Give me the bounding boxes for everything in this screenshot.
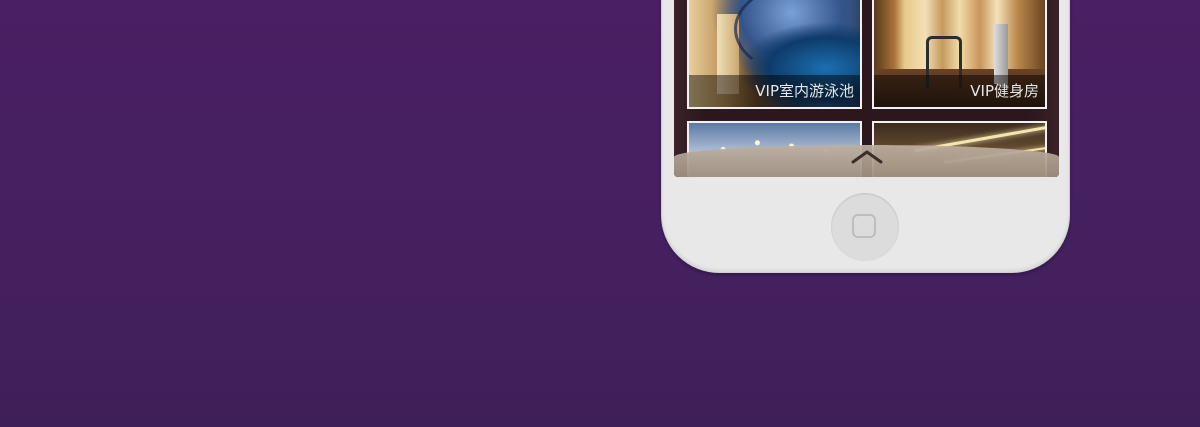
home-button-square-icon [852, 214, 876, 238]
tile-caption: VIP室内游泳池 [689, 75, 860, 107]
home-button[interactable] [831, 193, 899, 261]
tile-vip-indoor-pool[interactable]: VIP室内游泳池 [687, 0, 862, 109]
chevron-up-icon[interactable] [837, 145, 897, 169]
tile-vip-gym[interactable]: VIP健身房 [872, 0, 1047, 109]
pool-dome-image [734, 0, 860, 77]
phone-mockup: VIP室内游泳池 VIP健身房 [661, 0, 1070, 273]
phone-screen: VIP室内游泳池 VIP健身房 [674, 0, 1059, 177]
tile-caption: VIP健身房 [874, 75, 1045, 107]
